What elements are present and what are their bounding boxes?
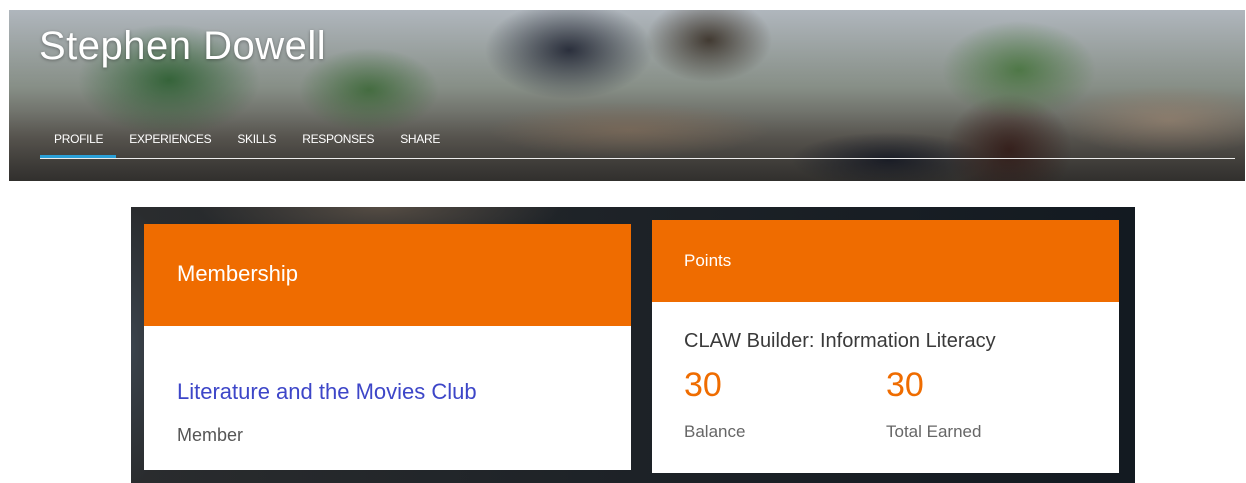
- points-program-title: CLAW Builder: Information Literacy: [684, 330, 996, 352]
- tab-experiences[interactable]: EXPERIENCES: [116, 128, 224, 158]
- points-card: Points CLAW Builder: Information Literac…: [652, 220, 1119, 473]
- membership-card-header: Membership: [144, 224, 631, 326]
- tab-responses[interactable]: RESPONSES: [289, 128, 387, 158]
- tab-share[interactable]: SHARE: [387, 128, 453, 158]
- total-earned-label: Total Earned: [886, 422, 982, 441]
- cards-background: Membership Literature and the Movies Clu…: [131, 207, 1135, 483]
- total-earned-value: 30: [886, 366, 924, 404]
- balance-value: 30: [684, 366, 722, 404]
- membership-card: Membership Literature and the Movies Clu…: [144, 224, 631, 470]
- membership-role: Member: [177, 425, 244, 445]
- club-link[interactable]: Literature and the Movies Club: [177, 379, 477, 405]
- tab-skills[interactable]: SKILLS: [224, 128, 289, 158]
- profile-tabs: PROFILE EXPERIENCES SKILLS RESPONSES SHA…: [40, 128, 1235, 159]
- points-card-header: Points: [652, 220, 1119, 302]
- tab-profile[interactable]: PROFILE: [40, 128, 117, 158]
- profile-banner: Stephen Dowell PROFILE EXPERIENCES SKILL…: [9, 10, 1245, 181]
- profile-name: Stephen Dowell: [39, 24, 327, 68]
- balance-label: Balance: [684, 422, 746, 441]
